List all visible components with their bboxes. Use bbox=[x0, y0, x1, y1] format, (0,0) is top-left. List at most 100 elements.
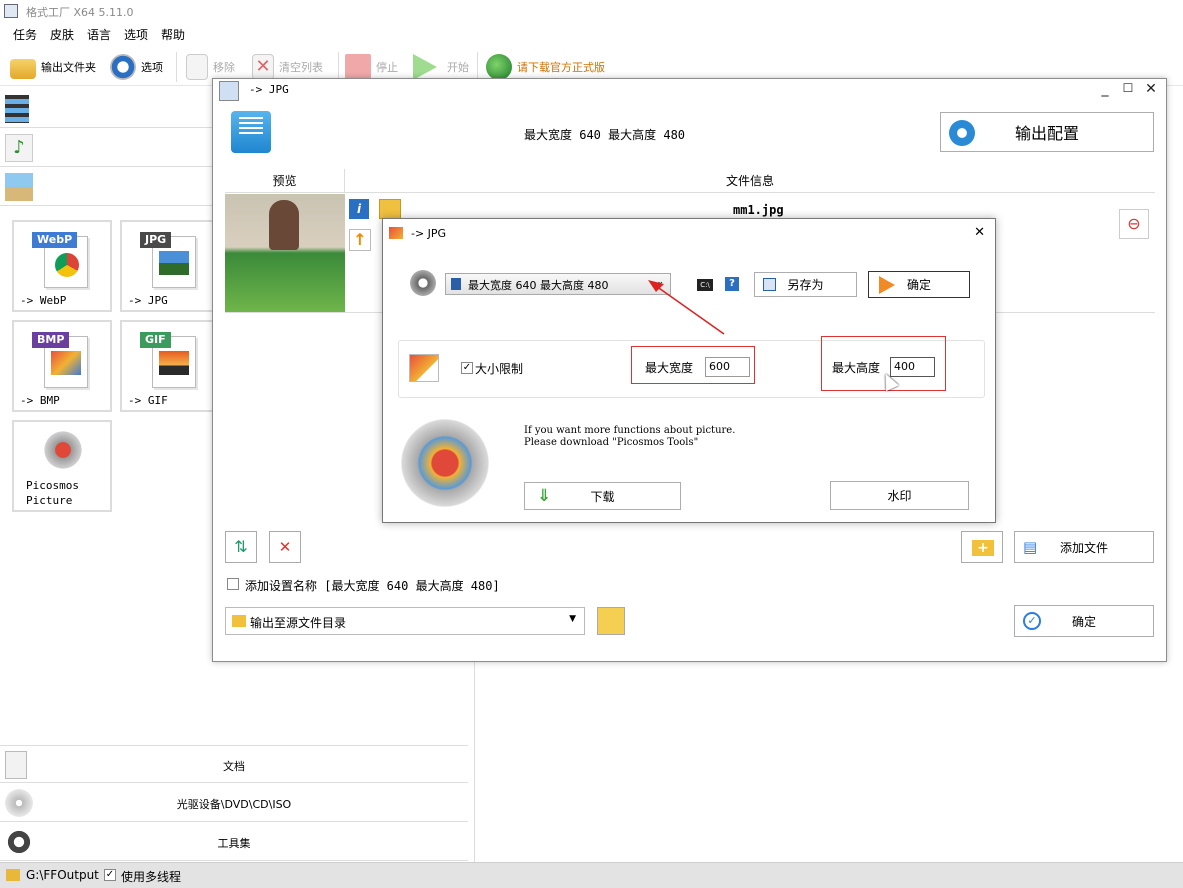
save-as-button[interactable]: 另存为 bbox=[754, 272, 857, 297]
app-title: 格式工厂 X64 5.11.0 bbox=[26, 6, 134, 19]
format-badge: JPG bbox=[140, 232, 172, 248]
download-arrow-icon: ⇓ bbox=[537, 486, 552, 506]
save-disk-icon bbox=[451, 278, 461, 290]
menu-skin[interactable]: 皮肤 bbox=[50, 26, 74, 43]
check-circle-icon: ✓ bbox=[1023, 612, 1041, 630]
tile-label: Picosmos Picture bbox=[26, 479, 79, 507]
download-button[interactable]: ⇓ 下载 bbox=[524, 482, 681, 510]
resize-icon bbox=[409, 354, 439, 382]
minimize-button[interactable]: _ bbox=[1094, 81, 1116, 99]
size-limit-checkbox[interactable]: ✓ bbox=[461, 362, 473, 374]
toolbar-separator bbox=[176, 52, 177, 82]
multithread-checkbox[interactable]: ✓ bbox=[104, 869, 116, 881]
tools-category[interactable]: 工具集 bbox=[0, 823, 468, 861]
sunset-icon bbox=[159, 351, 189, 375]
arrow-right-icon bbox=[879, 276, 895, 294]
format-badge: BMP bbox=[32, 332, 70, 348]
output-dir-select[interactable]: 输出至源文件目录 ▼ bbox=[225, 607, 585, 635]
dialog-title: -> JPG bbox=[249, 83, 289, 96]
add-file-icon: ▤ bbox=[1023, 538, 1038, 556]
confirm-button[interactable]: 确定 bbox=[868, 271, 970, 298]
film-icon bbox=[5, 95, 29, 123]
open-folder-icon[interactable] bbox=[379, 199, 401, 219]
size-limit-dialog: -> JPG ✕ 最大宽度 640 最大高度 480 ⌄ C:\ ? 另存为 确… bbox=[382, 218, 996, 523]
output-folder-button[interactable]: 输出文件夹 bbox=[10, 52, 96, 82]
max-height-label: 最大高度 bbox=[832, 361, 881, 375]
format-badge: GIF bbox=[140, 332, 171, 348]
add-setting-name-checkbox[interactable] bbox=[227, 578, 239, 590]
gear-icon bbox=[110, 54, 136, 80]
document-category[interactable]: 文档 bbox=[0, 745, 468, 783]
tile-label: -> GIF bbox=[128, 394, 168, 407]
stop-icon bbox=[345, 54, 371, 80]
options-button[interactable]: 选项 bbox=[110, 52, 163, 82]
info-icon[interactable]: i bbox=[349, 199, 369, 219]
format-badge: WebP bbox=[32, 232, 78, 248]
preset-select[interactable]: 最大宽度 640 最大高度 480 ⌄ bbox=[445, 273, 671, 295]
menu-language[interactable]: 语言 bbox=[87, 26, 111, 43]
output-path: G:\FFOutput bbox=[26, 868, 99, 882]
annotation-arrow bbox=[648, 280, 725, 335]
dialog-title: -> JPG bbox=[411, 227, 447, 240]
menu-options[interactable]: 选项 bbox=[124, 26, 148, 43]
max-width-input[interactable]: 600 bbox=[705, 357, 750, 377]
save-disk-icon bbox=[763, 278, 776, 291]
tile-label: -> JPG bbox=[128, 294, 168, 307]
status-bar: G:\FFOutput ✓ 使用多线程 bbox=[0, 862, 1183, 888]
max-height-input[interactable]: 400 bbox=[890, 357, 935, 377]
close-button[interactable]: ✕ bbox=[974, 225, 985, 240]
picosmos-gear-icon bbox=[40, 430, 86, 470]
setting-summary: 最大宽度 640 最大高度 480 bbox=[524, 128, 686, 142]
menu-help[interactable]: 帮助 bbox=[161, 26, 185, 43]
preview-column-header: 预览 bbox=[225, 169, 345, 193]
tile-label: -> BMP bbox=[20, 394, 60, 407]
dialog-ok-button[interactable]: ✓ 确定 bbox=[1014, 605, 1154, 637]
photo-icon bbox=[159, 251, 189, 275]
globe-icon bbox=[486, 54, 512, 80]
paint-icon bbox=[51, 351, 81, 375]
clear-icon: ✕ bbox=[252, 54, 274, 80]
maximize-button[interactable]: ☐ bbox=[1117, 81, 1139, 99]
sort-icon[interactable]: ⇅ bbox=[225, 531, 257, 563]
file-thumbnail[interactable] bbox=[225, 194, 345, 312]
file-name: mm1.jpg bbox=[733, 203, 784, 217]
multithread-label: 使用多线程 bbox=[121, 870, 182, 884]
disc-category[interactable]: 光驱设备\DVD\CD\ISO bbox=[0, 784, 468, 822]
film-reel-icon bbox=[407, 268, 439, 298]
remove-icon bbox=[186, 54, 208, 80]
tile-gif[interactable]: GIF -> GIF bbox=[120, 320, 214, 412]
output-config-button[interactable]: 输出配置 bbox=[940, 112, 1154, 152]
app-icon bbox=[4, 4, 18, 18]
remove-file-icon[interactable]: ⊖ bbox=[1119, 209, 1149, 239]
tile-picosmos[interactable]: Picosmos Picture bbox=[12, 420, 112, 512]
tile-webp[interactable]: WebP -> WebP bbox=[12, 220, 112, 312]
folder-icon bbox=[6, 869, 20, 881]
picosmos-logo-icon bbox=[399, 417, 491, 509]
move-up-icon[interactable]: ↑ bbox=[349, 229, 371, 251]
add-setting-name-label: 添加设置名称 [最大宽度 640 最大高度 480] bbox=[245, 579, 500, 593]
add-folder-icon: + bbox=[972, 540, 994, 556]
promo-line-1: If you want more functions about picture… bbox=[524, 425, 736, 436]
promo-line-2: Please download "Picosmos Tools" bbox=[524, 437, 699, 448]
folder-icon bbox=[232, 615, 246, 627]
file-list-icon bbox=[231, 111, 271, 153]
clear-files-icon[interactable]: ✕ bbox=[269, 531, 301, 563]
chevron-down-icon: ▼ bbox=[569, 614, 576, 624]
tile-jpg[interactable]: JPG -> JPG bbox=[120, 220, 214, 312]
tile-bmp[interactable]: BMP -> BMP bbox=[12, 320, 112, 412]
chrome-icon bbox=[53, 251, 81, 279]
dialog-icon bbox=[219, 81, 239, 101]
gear-icon bbox=[949, 120, 975, 146]
landscape-icon bbox=[5, 173, 33, 201]
add-file-button[interactable]: ▤ 添加文件 bbox=[1014, 531, 1154, 563]
menu-task[interactable]: 任务 bbox=[13, 26, 37, 43]
app-titlebar: 格式工厂 X64 5.11.0 bbox=[0, 0, 1183, 22]
menu-bar: 任务 皮肤 语言 选项 帮助 bbox=[0, 24, 220, 44]
dialog-icon bbox=[389, 227, 403, 239]
close-button[interactable]: ✕ bbox=[1140, 81, 1162, 99]
browse-folder-button[interactable] bbox=[597, 607, 625, 635]
size-limit-label: 大小限制 bbox=[475, 362, 524, 376]
add-folder-button[interactable]: + bbox=[961, 531, 1003, 563]
watermark-button[interactable]: 水印 bbox=[830, 481, 969, 510]
tile-label: -> WebP bbox=[20, 294, 67, 307]
